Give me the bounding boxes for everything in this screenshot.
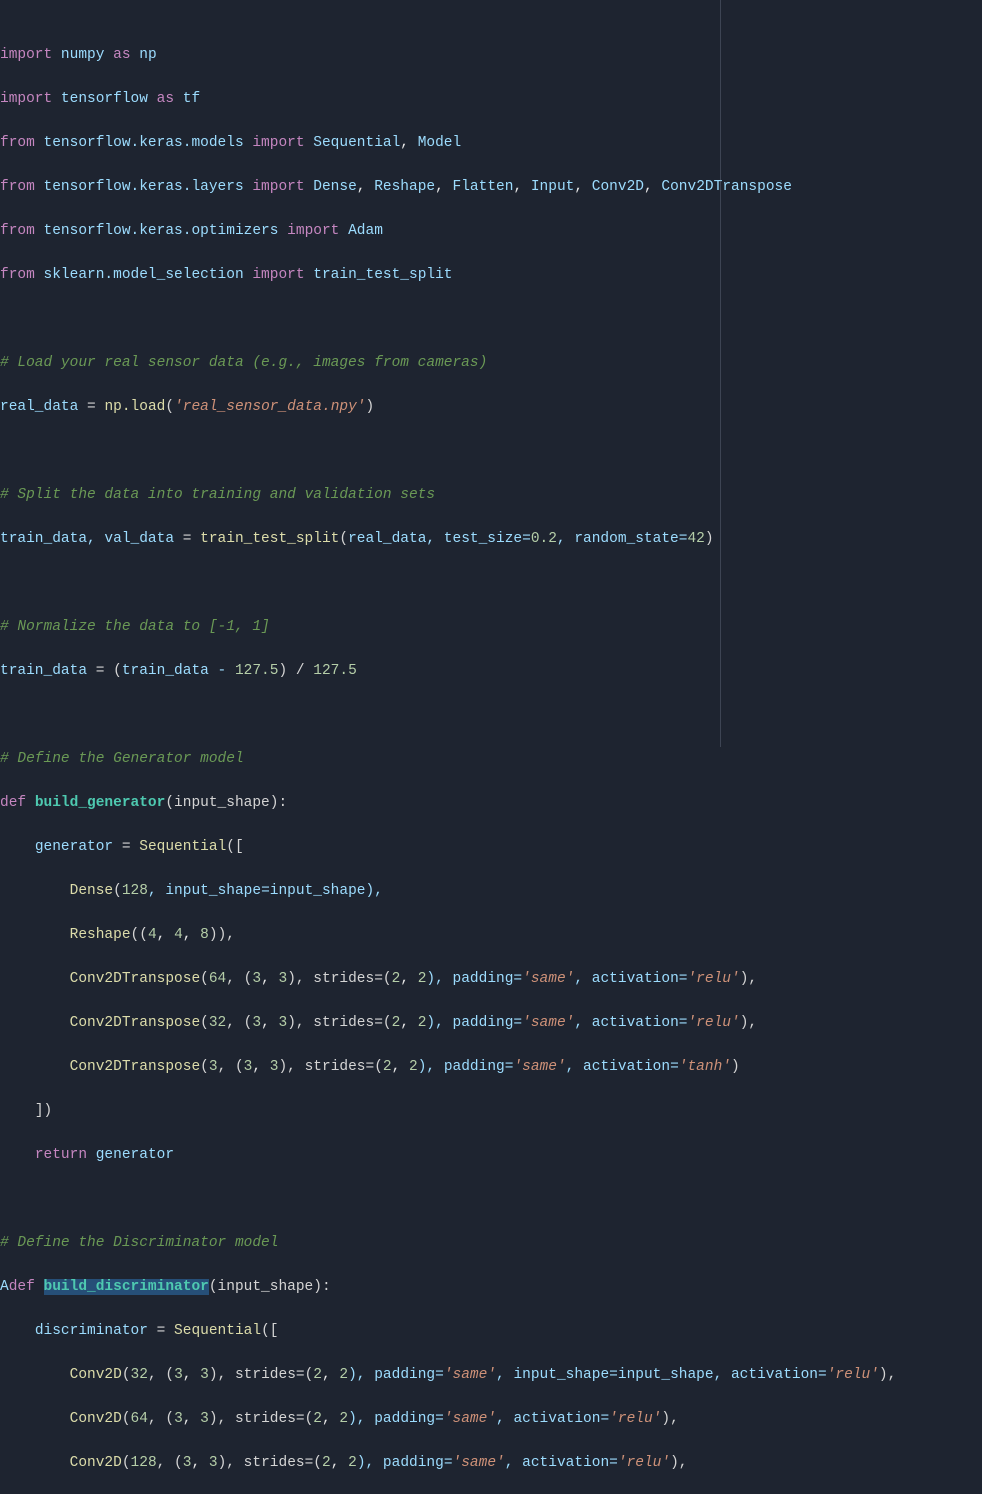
code-line[interactable]: Adef build_discriminator(input_shape):	[0, 1276, 982, 1298]
code-line[interactable]	[0, 704, 982, 726]
code-line[interactable]: from sklearn.model_selection import trai…	[0, 264, 982, 286]
code-line[interactable]: Conv2D(128, (3, 3), strides=(2, 2), padd…	[0, 1452, 982, 1474]
code-line[interactable]: real_data = np.load('real_sensor_data.np…	[0, 396, 982, 418]
code-line[interactable]: import numpy as np	[0, 44, 982, 66]
code-line[interactable]: # Load your real sensor data (e.g., imag…	[0, 352, 982, 374]
code-line[interactable]: Conv2DTranspose(32, (3, 3), strides=(2, …	[0, 1012, 982, 1034]
code-line[interactable]: # Normalize the data to [-1, 1]	[0, 616, 982, 638]
code-line[interactable]: Conv2DTranspose(64, (3, 3), strides=(2, …	[0, 968, 982, 990]
code-line[interactable]: Conv2D(64, (3, 3), strides=(2, 2), paddi…	[0, 1408, 982, 1430]
code-line[interactable]: train_data, val_data = train_test_split(…	[0, 528, 982, 550]
code-line[interactable]: ])	[0, 1100, 982, 1122]
code-line[interactable]: # Define the Generator model	[0, 748, 982, 770]
code-line[interactable]: discriminator = Sequential([	[0, 1320, 982, 1342]
code-line[interactable]: def build_generator(input_shape):	[0, 792, 982, 814]
code-line[interactable]: Dense(128, input_shape=input_shape),	[0, 880, 982, 902]
code-line[interactable]: from tensorflow.keras.models import Sequ…	[0, 132, 982, 154]
code-line[interactable]: generator = Sequential([	[0, 836, 982, 858]
code-line[interactable]: # Define the Discriminator model	[0, 1232, 982, 1254]
code-line[interactable]: Reshape((4, 4, 8)),	[0, 924, 982, 946]
code-line[interactable]	[0, 308, 982, 330]
code-editor[interactable]: import numpy as np import tensorflow as …	[0, 0, 982, 747]
code-line[interactable]	[0, 440, 982, 462]
code-line[interactable]: Conv2D(32, (3, 3), strides=(2, 2), paddi…	[0, 1364, 982, 1386]
code-line[interactable]: from tensorflow.keras.layers import Dens…	[0, 176, 982, 198]
code-line[interactable]: import tensorflow as tf	[0, 88, 982, 110]
code-line[interactable]: # Split the data into training and valid…	[0, 484, 982, 506]
code-line[interactable]	[0, 1188, 982, 1210]
code-line[interactable]: from tensorflow.keras.optimizers import …	[0, 220, 982, 242]
code-line[interactable]: return generator	[0, 1144, 982, 1166]
code-line[interactable]	[0, 572, 982, 594]
code-line[interactable]: train_data = (train_data - 127.5) / 127.…	[0, 660, 982, 682]
selected-text: build_discriminator	[44, 1279, 209, 1295]
code-line[interactable]: Conv2DTranspose(3, (3, 3), strides=(2, 2…	[0, 1056, 982, 1078]
